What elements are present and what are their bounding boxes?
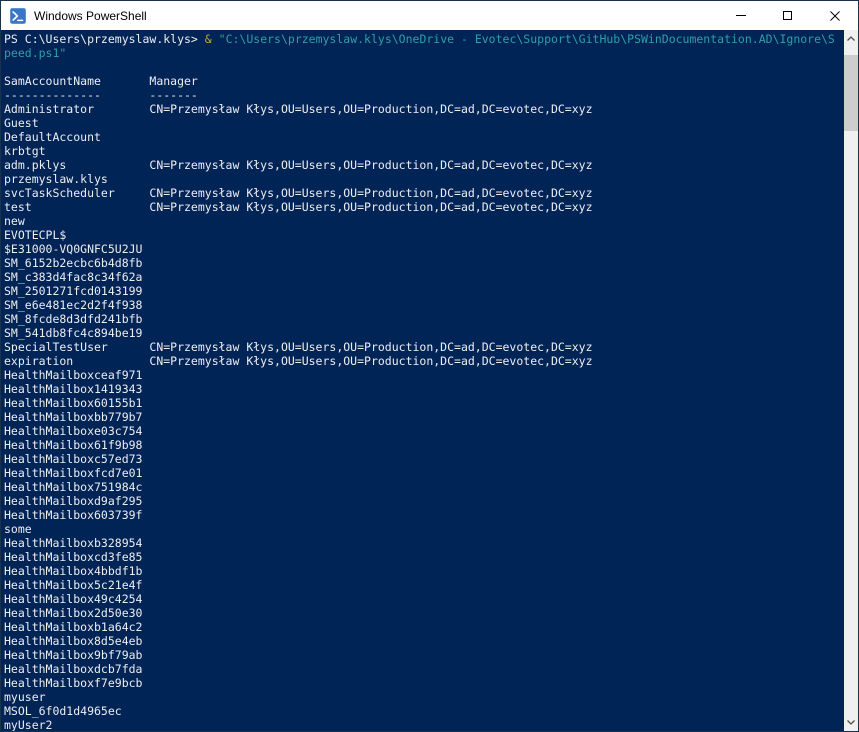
terminal-line: HealthMailbox9bf79ab xyxy=(4,648,844,662)
window-controls xyxy=(717,1,858,30)
terminal-line: -------------- ------- xyxy=(4,88,844,102)
minimize-icon xyxy=(736,15,746,16)
terminal-line: HealthMailboxfcd7e01 xyxy=(4,466,844,480)
console-content: PS C:\Users\przemyslaw.klys> & "C:\Users… xyxy=(1,30,858,731)
chevron-up-icon xyxy=(847,36,855,41)
maximize-button[interactable] xyxy=(764,1,811,30)
minimize-button[interactable] xyxy=(717,1,764,30)
terminal-line: HealthMailboxcd3fe85 xyxy=(4,550,844,564)
terminal-line: test CN=Przemysław Kłys,OU=Users,OU=Prod… xyxy=(4,200,844,214)
terminal-line: HealthMailbox49c4254 xyxy=(4,592,844,606)
terminal-line: HealthMailbox8d5e4eb xyxy=(4,634,844,648)
terminal-line: HealthMailbox61f9b98 xyxy=(4,438,844,452)
terminal-line: SpecialTestUser CN=Przemysław Kłys,OU=Us… xyxy=(4,340,844,354)
terminal-line: DefaultAccount xyxy=(4,130,844,144)
terminal-line: HealthMailbox1419343 xyxy=(4,382,844,396)
titlebar[interactable]: Windows PowerShell xyxy=(1,1,858,30)
terminal-line: SM_e6e481ec2d2f4f938 xyxy=(4,298,844,312)
terminal-line: MSOL_6f0d1d4965ec xyxy=(4,704,844,718)
window-title: Windows PowerShell xyxy=(34,9,147,23)
terminal-line: przemyslaw.klys xyxy=(4,172,844,186)
terminal-line: peed.ps1" xyxy=(4,46,844,60)
terminal-line: SM_2501271fcd0143199 xyxy=(4,284,844,298)
scroll-thumb[interactable] xyxy=(844,55,858,131)
terminal-line: Administrator CN=Przemysław Kłys,OU=User… xyxy=(4,102,844,116)
terminal-line: svcTaskScheduler CN=Przemysław Kłys,OU=U… xyxy=(4,186,844,200)
terminal-line: HealthMailbox5c21e4f xyxy=(4,578,844,592)
terminal-output[interactable]: PS C:\Users\przemyslaw.klys> & "C:\Users… xyxy=(1,30,844,731)
powershell-window: Windows PowerShell PS C:\Users\przemysla… xyxy=(0,0,859,732)
terminal-line: adm.pklys CN=Przemysław Kłys,OU=Users,OU… xyxy=(4,158,844,172)
terminal-line: HealthMailboxf7e9bcb xyxy=(4,676,844,690)
powershell-icon xyxy=(10,8,26,24)
scroll-down-button[interactable] xyxy=(844,714,858,731)
terminal-line: EVOTECPL$ xyxy=(4,228,844,242)
terminal-line: HealthMailboxb328954 xyxy=(4,536,844,550)
terminal-line: SM_8fcde8d3dfd241bfb xyxy=(4,312,844,326)
terminal-line: HealthMailbox751984c xyxy=(4,480,844,494)
maximize-icon xyxy=(783,11,792,20)
terminal-line: HealthMailboxdcb7fda xyxy=(4,662,844,676)
terminal-line: SM_541db8fc4c894be19 xyxy=(4,326,844,340)
terminal-line xyxy=(4,60,844,74)
terminal-line: new xyxy=(4,214,844,228)
terminal-line: HealthMailboxb1a64c2 xyxy=(4,620,844,634)
terminal-line: myUser2 xyxy=(4,718,844,731)
terminal-line: HealthMailbox603739f xyxy=(4,508,844,522)
terminal-line: HealthMailbox60155b1 xyxy=(4,396,844,410)
terminal-line: SM_6152b2ecbc6b4d8fb xyxy=(4,256,844,270)
close-button[interactable] xyxy=(811,1,858,30)
terminal-line: expiration CN=Przemysław Kłys,OU=Users,O… xyxy=(4,354,844,368)
terminal-line: SM_c383d4fac8c34f62a xyxy=(4,270,844,284)
terminal-line: HealthMailboxd9af295 xyxy=(4,494,844,508)
scroll-up-button[interactable] xyxy=(844,30,858,47)
terminal-line: HealthMailboxc57ed73 xyxy=(4,452,844,466)
terminal-line: Guest xyxy=(4,116,844,130)
terminal-line: $E31000-VQ0GNFC5U2JU xyxy=(4,242,844,256)
terminal-line: PS C:\Users\przemyslaw.klys> & "C:\Users… xyxy=(4,32,844,46)
scrollbar[interactable] xyxy=(844,30,858,731)
terminal-line: krbtgt xyxy=(4,144,844,158)
terminal-line: SamAccountName Manager xyxy=(4,74,844,88)
terminal-line: HealthMailboxceaf971 xyxy=(4,368,844,382)
terminal-line: some xyxy=(4,522,844,536)
terminal-line: HealthMailbox2d50e30 xyxy=(4,606,844,620)
terminal-line: myuser xyxy=(4,690,844,704)
chevron-down-icon xyxy=(847,720,855,725)
terminal-line: HealthMailboxbb779b7 xyxy=(4,410,844,424)
close-icon xyxy=(830,11,840,21)
terminal-line: HealthMailboxe03c754 xyxy=(4,424,844,438)
terminal-line: HealthMailbox4bbdf1b xyxy=(4,564,844,578)
